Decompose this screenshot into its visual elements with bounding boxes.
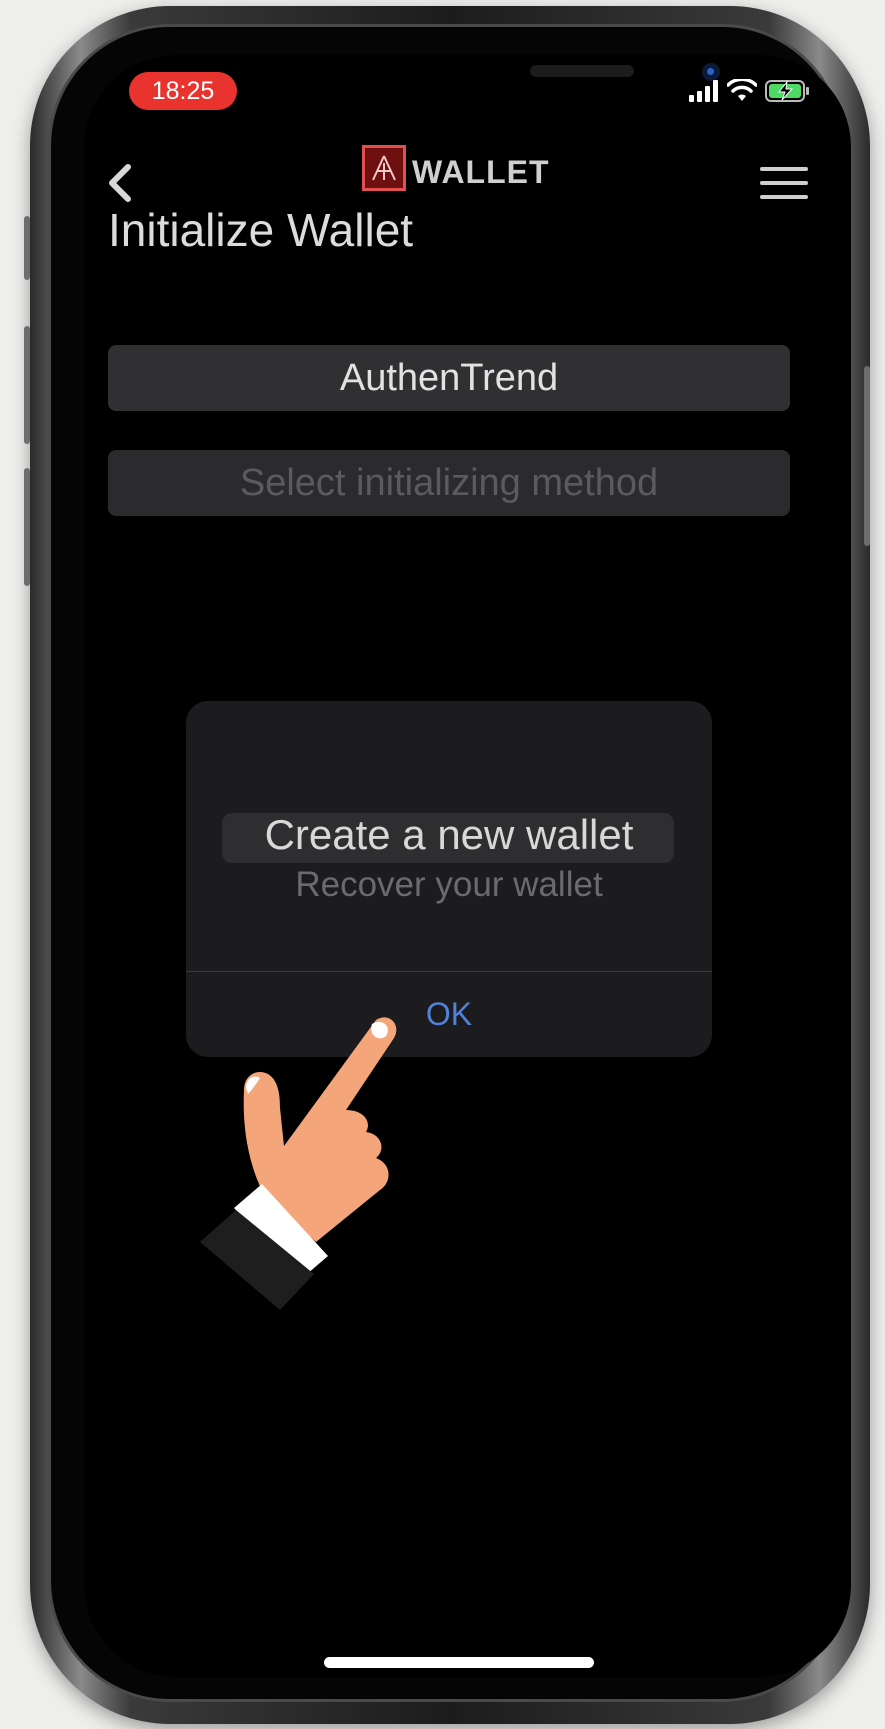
- picker-option-recover-wallet[interactable]: Recover your wallet: [186, 865, 712, 905]
- cellular-signal-icon: [689, 80, 719, 107]
- logo-text: WALLET: [412, 154, 550, 190]
- mute-switch: [24, 216, 30, 280]
- initializing-method-select[interactable]: Select initializing method: [108, 450, 790, 516]
- hamburger-menu-icon: [760, 167, 808, 199]
- device-name-field[interactable]: AuthenTrend: [108, 345, 790, 411]
- power-button: [864, 366, 870, 546]
- status-time: 18:25: [129, 72, 237, 110]
- volume-up-button: [24, 326, 30, 444]
- battery-charging-icon: [765, 79, 811, 108]
- phone-screen: 18:25 WALLET Initialize Wallet AuthenTre…: [84, 55, 851, 1677]
- picker-option-create-wallet[interactable]: Create a new wallet: [186, 811, 712, 859]
- app-logo: WALLET: [362, 145, 550, 191]
- method-picker-dialog: Create a new wallet Recover your wallet …: [186, 701, 712, 1057]
- wifi-icon: [726, 77, 758, 108]
- menu-button[interactable]: [760, 167, 808, 201]
- status-icons: [689, 77, 811, 108]
- home-indicator[interactable]: [324, 1657, 594, 1668]
- back-button[interactable]: [106, 163, 146, 207]
- volume-down-button: [24, 468, 30, 586]
- logo-mark: [362, 145, 406, 191]
- earpiece-speaker: [530, 65, 634, 77]
- page-title: Initialize Wallet: [108, 204, 414, 256]
- pointing-hand-icon: [196, 1010, 436, 1315]
- chevron-left-icon: [109, 164, 131, 202]
- notch: [246, 55, 720, 113]
